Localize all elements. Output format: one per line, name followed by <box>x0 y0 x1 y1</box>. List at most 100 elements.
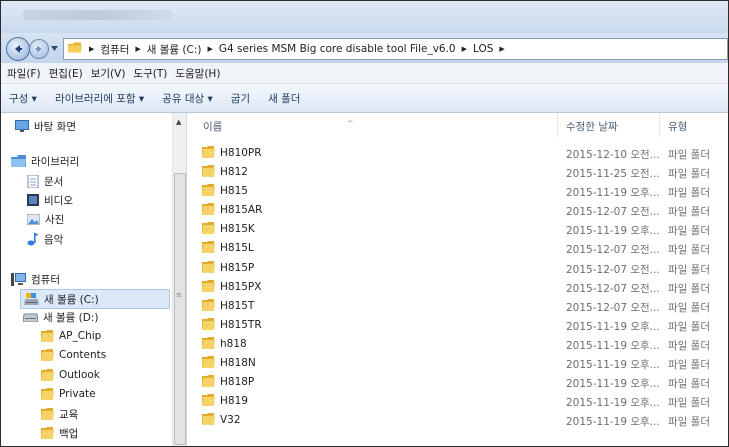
file-name: H815L <box>220 242 254 254</box>
breadcrumb-separator[interactable]: ▶ <box>203 45 216 53</box>
back-button[interactable] <box>6 37 30 61</box>
nav-item-music[interactable]: 음악 <box>27 230 63 248</box>
file-name: H815K <box>220 223 255 235</box>
file-row[interactable]: H815 2015-11-19 오후... 파일 폴더 <box>187 182 728 201</box>
scrollbar-thumb[interactable] <box>174 173 186 445</box>
nav-item-label: Outlook <box>59 369 100 381</box>
folder-icon <box>202 184 215 196</box>
organize-button[interactable]: 구성 ▾ <box>1 91 46 106</box>
nav-item-label: 라이브러리 <box>31 155 80 168</box>
file-row[interactable]: H815TR 2015-11-19 오후... 파일 폴더 <box>187 316 728 335</box>
column-header-type[interactable]: 유형 <box>668 119 687 134</box>
file-row[interactable]: H818N 2015-11-19 오후... 파일 폴더 <box>187 354 728 373</box>
recent-pages-button[interactable] <box>50 44 59 52</box>
breadcrumb-los[interactable]: LOS <box>471 43 495 55</box>
file-date: 2015-11-19 오후... <box>566 397 660 409</box>
share-with-button[interactable]: 공유 대상 ▾ <box>153 91 222 106</box>
menu-view[interactable]: 보기(V) <box>87 66 130 81</box>
file-row[interactable]: H815P 2015-12-07 오전... 파일 폴더 <box>187 259 728 278</box>
breadcrumb-separator[interactable]: ▶ <box>458 45 471 53</box>
menu-help[interactable]: 도움말(H) <box>171 66 224 81</box>
documents-icon <box>27 174 39 188</box>
file-type: 파일 폴더 <box>668 168 710 180</box>
file-type: 파일 폴더 <box>668 340 710 352</box>
include-in-library-button[interactable]: 라이브러리에 포함 ▾ <box>46 91 153 106</box>
breadcrumb-separator[interactable]: ▶ <box>495 45 508 53</box>
new-folder-button[interactable]: 새 폴더 <box>259 91 309 106</box>
nav-item-folder[interactable]: 교육 <box>41 405 78 423</box>
sort-ascending-icon: ^ <box>347 119 354 128</box>
nav-item-drive-c[interactable]: 새 볼륨 (C:) <box>20 289 170 309</box>
nav-item-folder[interactable]: Outlook <box>41 366 100 384</box>
scroll-up-arrow-icon[interactable]: ▲ <box>176 118 181 126</box>
file-row[interactable]: h818 2015-11-19 오후... 파일 폴더 <box>187 335 728 354</box>
folder-icon <box>202 337 215 349</box>
file-row[interactable]: H818P 2015-11-19 오후... 파일 폴더 <box>187 373 728 392</box>
file-type: 파일 폴더 <box>668 149 710 161</box>
file-type: 파일 폴더 <box>668 416 710 428</box>
nav-item-label: Private <box>59 388 96 400</box>
nav-item-label: 바탕 화면 <box>34 120 76 133</box>
nav-item-label: 컴퓨터 <box>31 273 60 286</box>
column-header-name[interactable]: 이름 <box>203 119 222 134</box>
nav-item-folder[interactable]: AP_Chip <box>41 327 101 345</box>
address-bar[interactable]: ▶ 컴퓨터 ▶ 새 볼륨 (C:) ▶ G4 series MSM Big co… <box>63 38 728 60</box>
file-row[interactable]: H819 2015-11-19 오후... 파일 폴더 <box>187 392 728 411</box>
column-header-date[interactable]: 수정한 날짜 <box>566 119 618 134</box>
nav-item-desktop[interactable]: 바탕 화면 <box>15 117 76 135</box>
file-type: 파일 폴더 <box>668 359 710 371</box>
folder-icon <box>202 241 215 253</box>
nav-item-drive-d[interactable]: 새 볼륨 (D:) <box>23 308 98 326</box>
back-arrow-icon <box>15 45 22 53</box>
file-type: 파일 폴더 <box>668 264 710 276</box>
breadcrumb-computer[interactable]: 컴퓨터 <box>98 42 131 57</box>
folder-icon <box>41 408 54 420</box>
title-bar <box>1 1 728 33</box>
folder-icon <box>202 318 215 330</box>
nav-item-videos[interactable]: 비디오 <box>27 191 73 209</box>
menu-edit[interactable]: 편집(E) <box>45 66 87 81</box>
folder-icon <box>202 165 215 177</box>
nav-item-label: 비디오 <box>44 194 73 207</box>
breadcrumb-separator[interactable]: ▶ <box>85 45 98 53</box>
file-row[interactable]: H815T 2015-12-07 오전... 파일 폴더 <box>187 297 728 316</box>
menu-file[interactable]: 파일(F) <box>1 66 45 81</box>
file-row[interactable]: H815K 2015-11-19 오후... 파일 폴더 <box>187 220 728 239</box>
nav-scrollbar[interactable]: ▲ ≡ <box>172 113 186 446</box>
file-type: 파일 폴더 <box>668 283 710 295</box>
nav-item-pictures[interactable]: 사진 <box>27 210 64 228</box>
file-row[interactable]: V32 2015-11-19 오후... 파일 폴더 <box>187 411 728 430</box>
folder-icon <box>202 356 215 368</box>
pictures-icon <box>27 213 40 225</box>
menu-tools[interactable]: 도구(T) <box>129 66 171 81</box>
breadcrumb-separator[interactable]: ▶ <box>131 45 144 53</box>
nav-item-documents[interactable]: 문서 <box>27 172 63 190</box>
file-row[interactable]: H815PX 2015-12-07 오전... 파일 폴더 <box>187 278 728 297</box>
file-date: 2015-11-19 오후... <box>566 187 660 199</box>
forward-button[interactable] <box>29 39 49 59</box>
file-date: 2015-12-07 오전... <box>566 302 660 314</box>
file-date: 2015-11-19 오후... <box>566 416 660 428</box>
nav-item-folder[interactable]: 백업 <box>41 424 78 442</box>
column-divider[interactable] <box>557 113 558 137</box>
video-icon <box>27 194 39 206</box>
breadcrumb-tool-folder[interactable]: G4 series MSM Big core disable tool File… <box>217 43 458 55</box>
file-list[interactable]: 이름 ^ 수정한 날짜 유형 H810PR 2015-12-10 오전... 파… <box>187 113 728 446</box>
nav-item-libraries[interactable]: 라이브러리 <box>11 152 79 170</box>
file-row[interactable]: H815L 2015-12-07 오전... 파일 폴더 <box>187 239 728 258</box>
nav-item-folder[interactable]: Private <box>41 385 96 403</box>
column-divider[interactable] <box>659 113 660 137</box>
folder-icon <box>202 146 215 158</box>
navigation-pane[interactable]: 바탕 화면 라이브러리 문서 비디오 사진 음악 컴퓨터 새 볼륨 (C:) 새… <box>1 113 187 446</box>
file-row[interactable]: H812 2015-11-25 오전... 파일 폴더 <box>187 163 728 182</box>
drive-c-icon <box>24 293 39 305</box>
breadcrumb-drive-c[interactable]: 새 볼륨 (C:) <box>145 42 204 57</box>
burn-button[interactable]: 굽기 <box>222 91 259 106</box>
nav-item-folder[interactable]: Contents <box>41 346 106 364</box>
folder-icon <box>41 349 54 361</box>
file-type: 파일 폴더 <box>668 225 710 237</box>
nav-item-label: 문서 <box>44 175 64 188</box>
file-row[interactable]: H815AR 2015-12-07 오전... 파일 폴더 <box>187 201 728 220</box>
file-row[interactable]: H810PR 2015-12-10 오전... 파일 폴더 <box>187 144 728 163</box>
nav-item-computer[interactable]: 컴퓨터 <box>11 270 60 288</box>
